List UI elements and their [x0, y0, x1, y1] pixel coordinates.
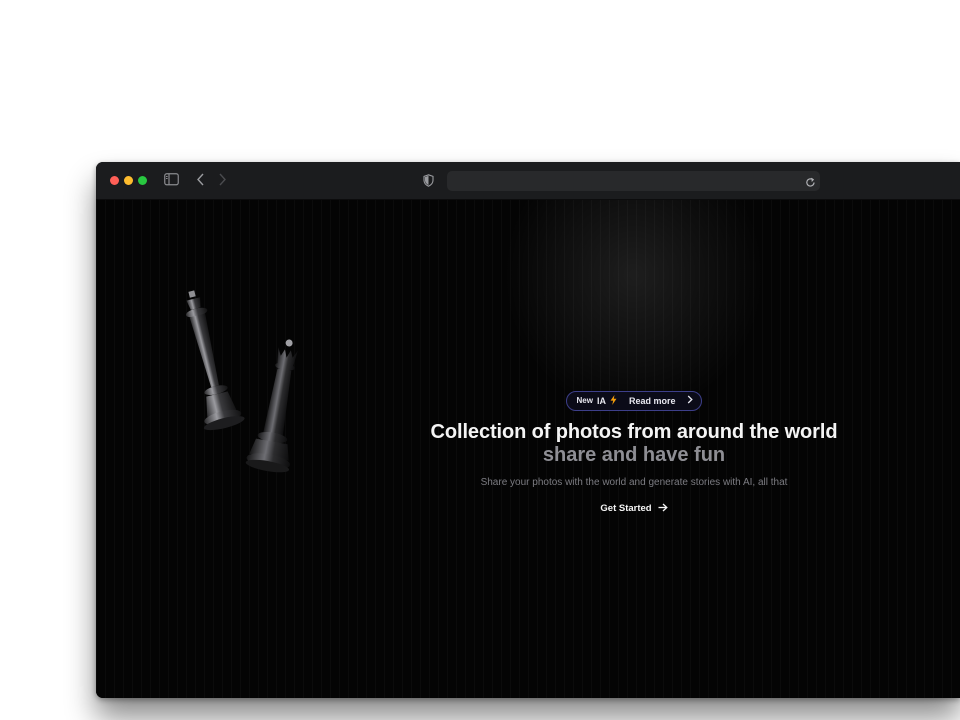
sidebar-toggle-icon[interactable] — [164, 173, 179, 191]
get-started-label: Get Started — [600, 503, 652, 514]
lightning-bolt-icon — [610, 394, 617, 407]
minimize-window-button[interactable] — [124, 176, 133, 185]
forward-arrow-icon[interactable] — [218, 173, 227, 191]
browser-toolbar — [96, 162, 960, 200]
close-window-button[interactable] — [110, 176, 119, 185]
hero-section: New IA Read more Collection of photos fr… — [396, 390, 872, 516]
back-arrow-icon[interactable] — [196, 173, 205, 191]
announcement-badge[interactable]: New IA Read more — [565, 390, 703, 411]
page-title: Collection of photos from around the wor… — [430, 420, 838, 443]
privacy-shield-icon[interactable] — [423, 174, 434, 192]
reload-icon[interactable] — [805, 175, 816, 193]
badge-new-label: New — [576, 396, 593, 405]
zoom-window-button[interactable] — [138, 176, 147, 185]
read-more-link[interactable]: Read more — [629, 396, 676, 406]
hero-description: Share your photos with the world and gen… — [480, 476, 788, 488]
browser-window: New IA Read more Collection of photos fr… — [96, 162, 960, 698]
address-bar[interactable] — [447, 171, 820, 191]
chess-pieces-image — [178, 286, 318, 491]
arrow-right-icon — [658, 503, 668, 515]
page-subtitle: share and have fun — [542, 443, 726, 466]
page-content: New IA Read more Collection of photos fr… — [96, 200, 960, 698]
chevron-right-icon — [687, 395, 694, 406]
badge-ia-label: IA — [596, 395, 606, 406]
get-started-button[interactable]: Get Started — [600, 503, 668, 515]
